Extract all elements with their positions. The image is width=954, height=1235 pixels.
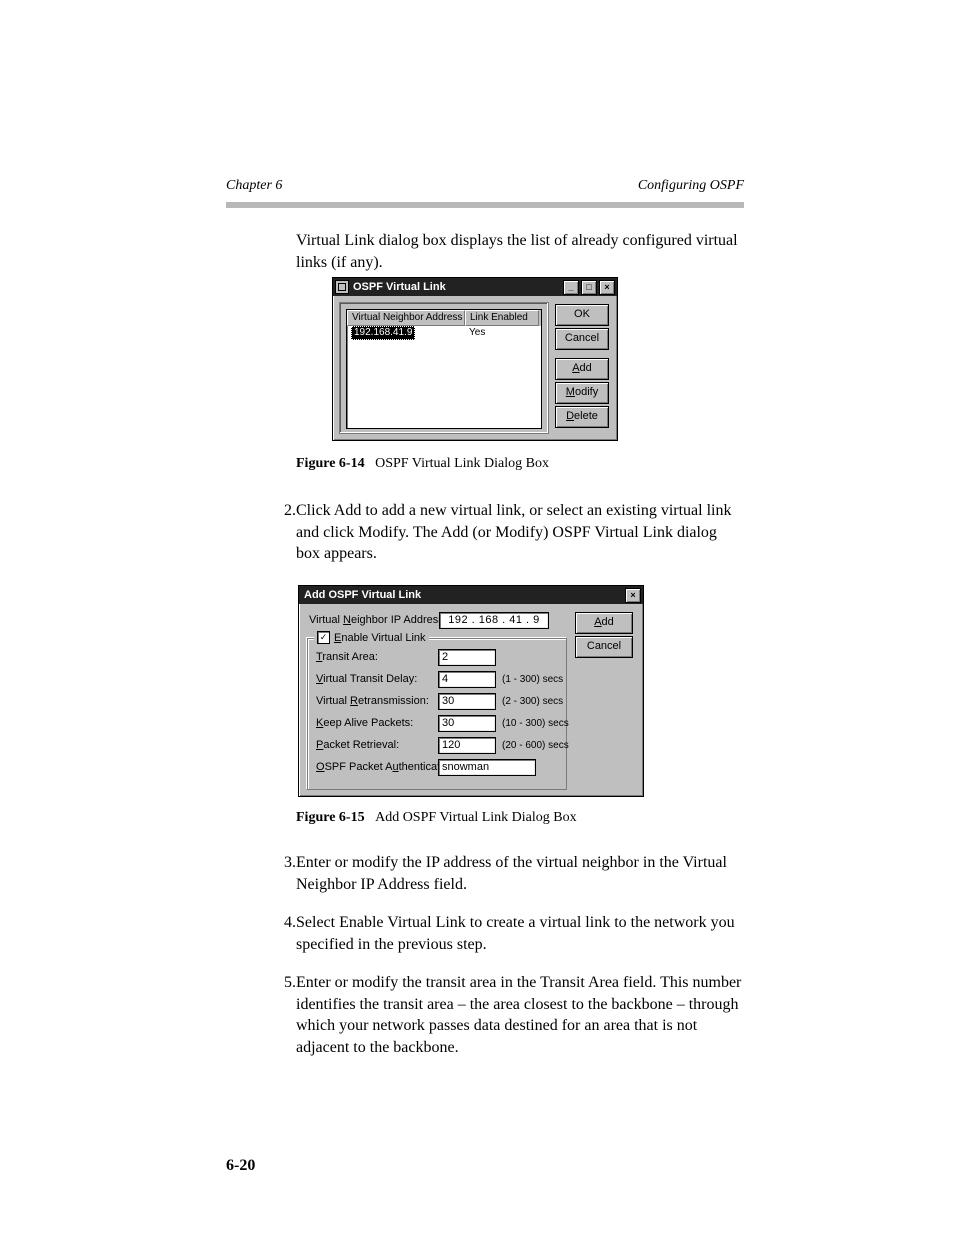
list-row[interactable]: 192.168.41.9 Yes <box>347 326 541 340</box>
packet-retrieval-input[interactable]: 120 <box>438 737 496 754</box>
cancel-button[interactable]: Cancel <box>555 328 609 350</box>
cancel-button[interactable]: Cancel <box>575 636 633 658</box>
col-link-enabled[interactable]: Link Enabled <box>465 310 539 326</box>
ip-address-input[interactable]: 192 . 168 . 41 . 9 <box>439 612 549 629</box>
virtual-link-list[interactable]: Virtual Neighbor Address Link Enabled 19… <box>346 309 542 429</box>
row-address: 192.168.41.9 <box>351 326 415 340</box>
dlg2-title: Add OSPF Virtual Link <box>304 589 623 601</box>
step4-text: Select Enable Virtual Link to create a v… <box>296 912 744 955</box>
step3-num: 3. <box>272 852 296 874</box>
modify-button[interactable]: Modify <box>555 382 609 404</box>
figure-2-caption: Figure 6-15 Add OSPF Virtual Link Dialog… <box>296 810 577 826</box>
label-retransmission: Virtual Retransmission: <box>316 695 429 707</box>
add-button[interactable]: Add <box>555 358 609 380</box>
dlg1-panel: Virtual Neighbor Address Link Enabled 19… <box>339 302 549 434</box>
add-ospf-virtual-link-dialog: Add OSPF Virtual Link × Virtual Neighbor… <box>298 585 644 797</box>
figure-1-caption: Figure 6-14 OSPF Virtual Link Dialog Box <box>296 456 549 472</box>
enable-virtual-link-group: ✓ Enable Virtual Link Transit Area: 2 Vi… <box>307 638 567 790</box>
add-button[interactable]: Add <box>575 612 633 634</box>
label-keep-alive: Keep Alive Packets: <box>316 717 413 729</box>
checkbox-icon: ✓ <box>317 631 330 644</box>
header-chapter: Chapter 6 <box>226 178 282 194</box>
unit-retrans: (2 - 300) secs <box>502 696 563 707</box>
page-number: 6-20 <box>226 1157 255 1175</box>
header-section: Configuring OSPF <box>638 178 744 194</box>
unit-retrieve: (20 - 600) secs <box>502 740 569 751</box>
ok-button[interactable]: OK <box>555 304 609 326</box>
step5-num: 5. <box>272 972 296 994</box>
col-neighbor-address[interactable]: Virtual Neighbor Address <box>347 310 465 326</box>
row-enabled: Yes <box>465 326 539 340</box>
minimize-button[interactable]: _ <box>563 280 579 295</box>
maximize-button[interactable]: □ <box>581 280 597 295</box>
delete-button[interactable]: Delete <box>555 406 609 428</box>
app-icon <box>335 280 349 294</box>
enable-virtual-link-checkbox[interactable]: ✓ Enable Virtual Link <box>314 631 429 644</box>
header-rule <box>226 202 744 208</box>
step3-text: Enter or modify the IP address of the vi… <box>296 852 744 895</box>
ospf-virtual-link-dialog: OSPF Virtual Link _ □ × Virtual Neighbor… <box>332 277 618 441</box>
unit-delay: (1 - 300) secs <box>502 674 563 685</box>
dlg1-titlebar[interactable]: OSPF Virtual Link _ □ × <box>333 278 617 296</box>
label-ip: Virtual Neighbor IP Address: <box>309 614 447 626</box>
step2-text: Click Add to add a new virtual link, or … <box>296 500 744 565</box>
step5-text: Enter or modify the transit area in the … <box>296 972 744 1058</box>
label-transit-area: Transit Area: <box>316 651 378 663</box>
retransmission-input[interactable]: 30 <box>438 693 496 710</box>
dlg1-title: OSPF Virtual Link <box>353 281 561 293</box>
unit-keep: (10 - 300) secs <box>502 718 569 729</box>
close-button[interactable]: × <box>599 280 615 295</box>
step4-num: 4. <box>272 912 296 934</box>
keep-alive-input[interactable]: 30 <box>438 715 496 732</box>
transit-area-input[interactable]: 2 <box>438 649 496 666</box>
auth-key-input[interactable]: snowman <box>438 759 536 776</box>
intro-text: Virtual Link dialog box displays the lis… <box>296 230 744 273</box>
dlg2-titlebar[interactable]: Add OSPF Virtual Link × <box>299 586 643 604</box>
transit-delay-input[interactable]: 4 <box>438 671 496 688</box>
close-button[interactable]: × <box>625 588 641 603</box>
label-transit-delay: Virtual Transit Delay: <box>316 673 417 685</box>
step2-num: 2. <box>272 500 296 522</box>
label-packet-retrieval: Packet Retrieval: <box>316 739 399 751</box>
